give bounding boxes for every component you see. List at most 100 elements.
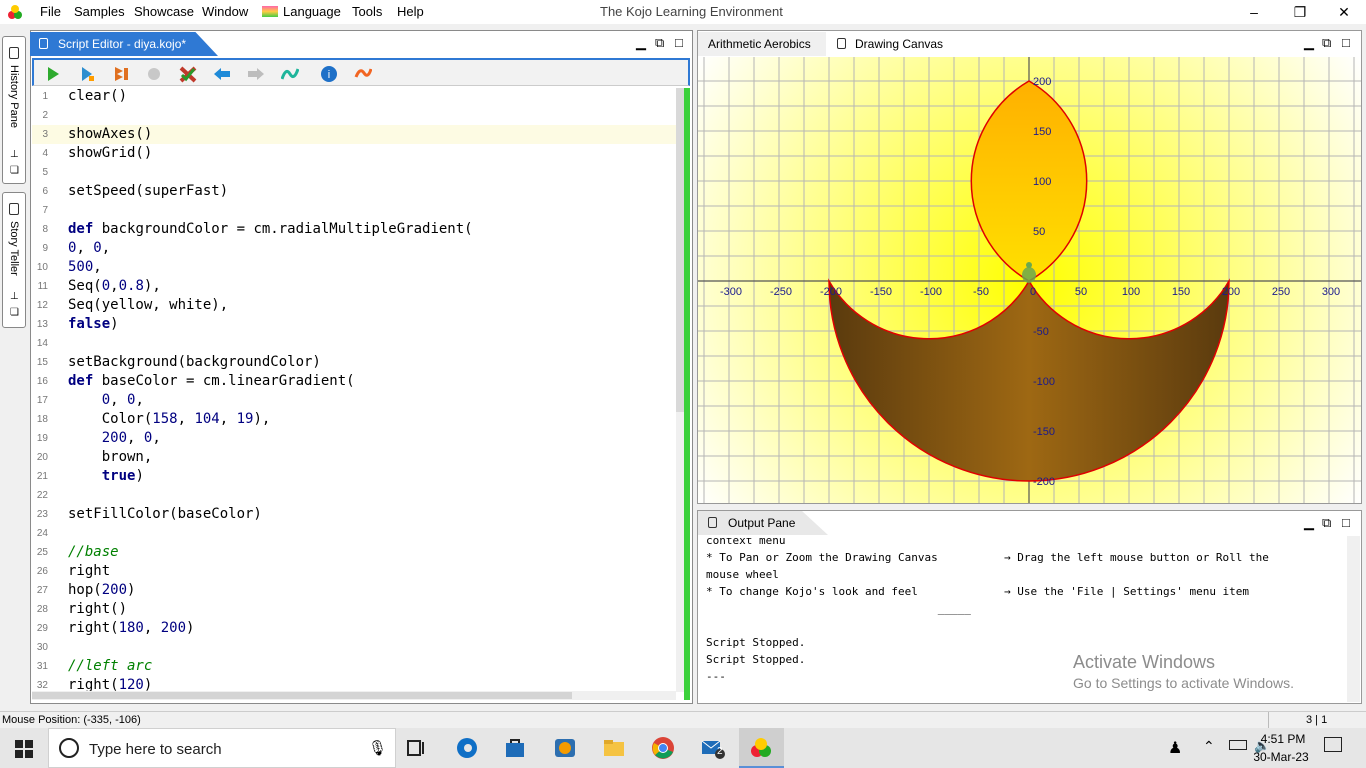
menu-help[interactable]: Help	[397, 4, 424, 19]
y-tick-label: -200	[1033, 476, 1055, 488]
turtle-shell	[1022, 267, 1036, 283]
drawing-canvas[interactable]: -300 -250 -200 -150 -100 -50 0 50 100 150 200 250 30…	[698, 57, 1361, 503]
menu-samples[interactable]: Samples	[74, 4, 125, 19]
code-line[interactable]: 13 false)	[32, 315, 676, 334]
code-line[interactable]: 32 right(120)	[32, 676, 676, 691]
panel-maximize-icon[interactable]: □	[1342, 515, 1350, 530]
panel-maximize-icon[interactable]: □	[675, 35, 683, 50]
code-line[interactable]: 20 brown,	[32, 448, 676, 467]
panel-float-icon[interactable]: ⧉	[1322, 515, 1331, 531]
line-number: 4	[42, 148, 48, 159]
editor-horizontal-scroll-thumb[interactable]	[32, 692, 572, 699]
code-line[interactable]: 21 true)	[32, 467, 676, 486]
task-view-icon[interactable]	[405, 736, 429, 760]
menu-window[interactable]: Window	[202, 4, 248, 19]
code-line[interactable]: 16 def baseColor = cm.linearGradient(	[32, 372, 676, 391]
history-pane-tab[interactable]: History Pane ⊥ ❏	[2, 36, 26, 184]
clock-date[interactable]: 30-Mar-23	[1250, 750, 1312, 764]
panel-maximize-icon[interactable]: □	[1342, 35, 1350, 50]
code-line[interactable]: 3 showAxes()	[32, 125, 676, 144]
run-icon[interactable]	[44, 65, 62, 83]
code-line[interactable]: 12 Seq(yellow, white),	[32, 296, 676, 315]
code-line[interactable]: 6 setSpeed(superFast)	[32, 182, 676, 201]
code-line[interactable]: 25 //base	[32, 543, 676, 562]
reset-icon[interactable]	[354, 65, 372, 83]
output-scrollbar[interactable]	[1347, 536, 1360, 702]
y-tick-label: -150	[1033, 426, 1055, 438]
store-icon[interactable]	[503, 736, 527, 760]
maximize-icon[interactable]: ❐	[1277, 0, 1323, 24]
menu-tools[interactable]: Tools	[352, 4, 382, 19]
code-line[interactable]: 8 def backgroundColor = cm.radialMultiple…	[32, 220, 676, 239]
restore-icon[interactable]: ❏	[10, 307, 19, 318]
media-app-icon[interactable]	[553, 736, 577, 760]
stop-icon[interactable]	[145, 65, 163, 83]
code-line[interactable]: 4 showGrid()	[32, 144, 676, 163]
tab-arithmetic-aerobics[interactable]: Arithmetic Aerobics	[698, 32, 826, 56]
code-line[interactable]: 7	[32, 201, 676, 220]
code-line[interactable]: 26 right	[32, 562, 676, 581]
chrome-icon[interactable]	[651, 736, 675, 760]
clock-time[interactable]: 4:51 PM	[1258, 732, 1308, 746]
close-icon[interactable]: ✕	[1321, 0, 1366, 24]
panel-minimize-icon[interactable]: ▁	[1304, 515, 1314, 531]
code-line[interactable]: 9 0, 0,	[32, 239, 676, 258]
script-editor-tab[interactable]: Script Editor - diya.kojo*	[30, 32, 218, 56]
step-icon[interactable]	[78, 65, 96, 83]
edge-browser-icon[interactable]	[455, 736, 479, 760]
panel-minimize-icon[interactable]: ▁	[1304, 35, 1314, 51]
pin-icon[interactable]: ⊥	[10, 149, 19, 160]
code-line[interactable]: 1 clear()	[32, 87, 676, 106]
microphone-icon[interactable]: 🎙	[368, 739, 387, 757]
code-text: 500,	[68, 259, 102, 275]
people-icon[interactable]: ♟	[1168, 738, 1182, 758]
code-line[interactable]: 17 0, 0,	[32, 391, 676, 410]
kojo-taskbar-button[interactable]	[739, 728, 784, 768]
run-worksheet-icon[interactable]	[112, 65, 130, 83]
battery-icon[interactable]	[1229, 740, 1247, 750]
code-line[interactable]: 22	[32, 486, 676, 505]
taskbar-search[interactable]: Type here to search 🎙	[48, 728, 396, 768]
code-line[interactable]: 14	[32, 334, 676, 353]
editor-vertical-scroll-thumb[interactable]	[676, 88, 684, 412]
format-icon[interactable]	[281, 65, 299, 83]
help-icon[interactable]: i	[320, 65, 338, 83]
pin-icon[interactable]: ⊥	[10, 291, 19, 302]
code-line[interactable]: 10 500,	[32, 258, 676, 277]
file-explorer-icon[interactable]	[602, 736, 626, 760]
code-line[interactable]: 19 200, 0,	[32, 429, 676, 448]
code-text: Seq(yellow, white),	[68, 297, 229, 313]
line-number: 14	[36, 338, 48, 349]
menu-showcase[interactable]: Showcase	[134, 4, 194, 19]
tab-drawing-canvas[interactable]: Drawing Canvas	[827, 32, 970, 56]
notifications-icon[interactable]	[1324, 737, 1342, 752]
menu-file[interactable]: File	[40, 4, 61, 19]
code-line[interactable]: 28 right()	[32, 600, 676, 619]
code-line[interactable]: 18 Color(158, 104, 19),	[32, 410, 676, 429]
minimize-icon[interactable]: –	[1231, 0, 1277, 24]
panel-float-icon[interactable]: ⧉	[655, 35, 664, 51]
code-line[interactable]: 2	[32, 106, 676, 125]
code-line[interactable]: 31 //left arc	[32, 657, 676, 676]
chevron-up-icon[interactable]: ⌃	[1203, 738, 1215, 755]
code-editor[interactable]: 1 clear() 2 3 showAxes() 4 showGrid() 5 6 setSpee…	[32, 87, 676, 691]
code-line[interactable]: 5	[32, 163, 676, 182]
code-line[interactable]: 30	[32, 638, 676, 657]
windows-start-icon[interactable]	[15, 740, 33, 758]
forward-icon[interactable]	[247, 65, 265, 83]
panel-minimize-icon[interactable]: ▁	[636, 35, 646, 51]
restore-icon[interactable]: ❏	[10, 165, 19, 176]
code-line[interactable]: 15 setBackground(backgroundColor)	[32, 353, 676, 372]
code-line[interactable]: 24	[32, 524, 676, 543]
code-line[interactable]: 11 Seq(0,0.8),	[32, 277, 676, 296]
menu-language[interactable]: Language	[283, 4, 341, 19]
check-icon[interactable]	[179, 65, 197, 83]
story-teller-tab[interactable]: Story Teller ⊥ ❏	[2, 192, 26, 328]
back-icon[interactable]	[213, 65, 231, 83]
code-text: def backgroundColor = cm.radialMultipleG…	[68, 221, 473, 237]
code-line[interactable]: 27 hop(200)	[32, 581, 676, 600]
menu-bar: File Samples Showcase Window Language To…	[0, 0, 1366, 24]
code-line[interactable]: 29 right(180, 200)	[32, 619, 676, 638]
panel-float-icon[interactable]: ⧉	[1322, 35, 1331, 51]
code-line[interactable]: 23 setFillColor(baseColor)	[32, 505, 676, 524]
